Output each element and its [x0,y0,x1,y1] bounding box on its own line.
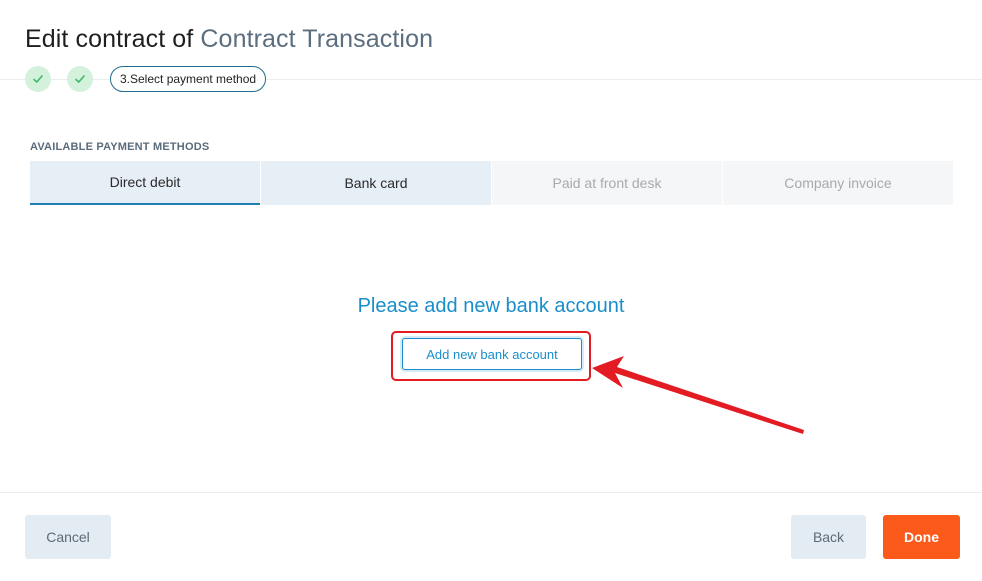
done-button[interactable]: Done [883,515,960,559]
payment-methods-label: AVAILABLE PAYMENT METHODS [30,141,210,153]
title-prefix: Edit contract of [25,25,194,53]
tab-paid-at-front-desk: Paid at front desk [492,161,722,205]
annotation-arrow-icon [592,356,804,434]
page-title: Edit contract of Contract Transaction [25,25,433,54]
empty-state-title: Please add new bank account [357,295,625,317]
step-2-completed[interactable] [67,66,93,92]
tab-company-invoice: Company invoice [723,161,953,205]
add-bank-account-button[interactable]: Add new bank account [402,338,582,370]
back-button[interactable]: Back [791,515,866,559]
footer-divider [0,492,982,493]
tab-bank-card[interactable]: Bank card [261,161,491,205]
payment-method-tabs: Direct debit Bank card Paid at front des… [30,161,954,205]
step-3-current[interactable]: 3.Select payment method [110,66,267,92]
check-icon [75,75,85,83]
step-1-completed[interactable] [25,66,51,92]
check-icon [33,75,43,83]
tab-direct-debit[interactable]: Direct debit [30,161,260,205]
cancel-button[interactable]: Cancel [25,515,111,559]
title-entity: Contract Transaction [200,25,434,53]
